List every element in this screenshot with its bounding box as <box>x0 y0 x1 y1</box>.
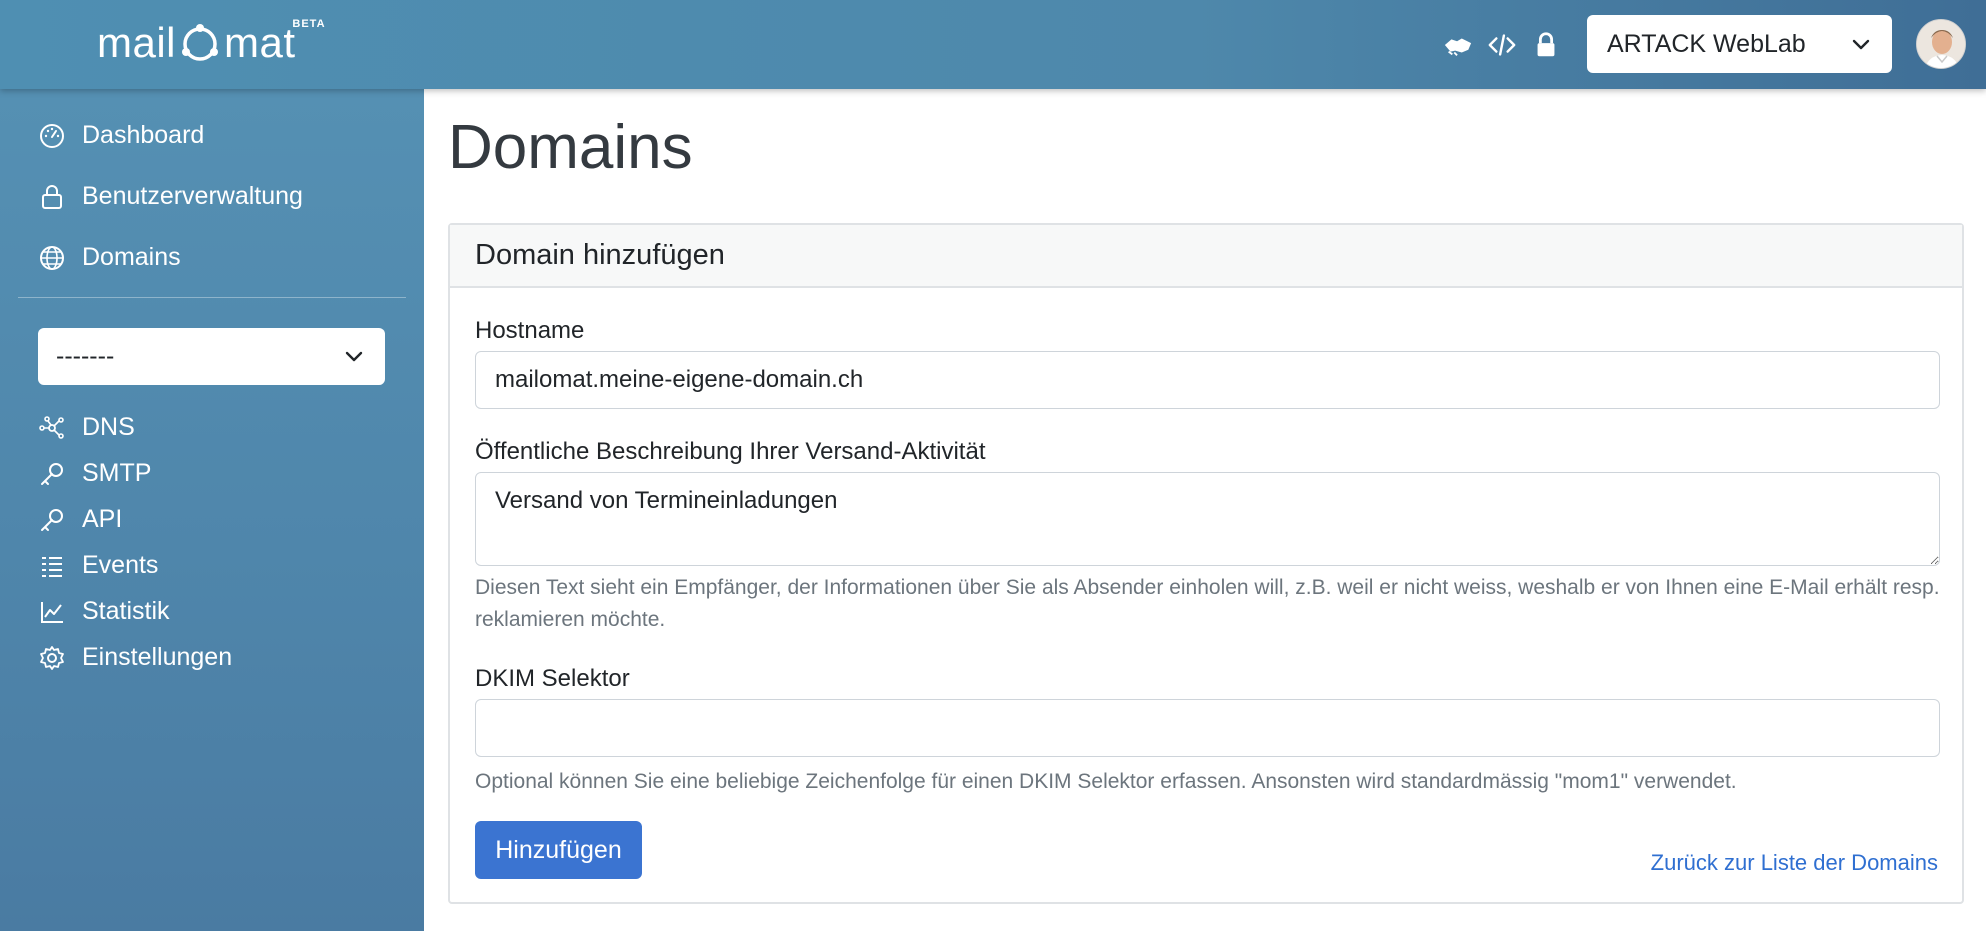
page-title: Domains <box>448 113 693 182</box>
key-icon <box>38 460 66 488</box>
sidebar-item-label: Benutzerverwaltung <box>82 182 303 210</box>
chevron-down-icon <box>1852 39 1870 50</box>
description-label: Öffentliche Beschreibung Ihrer Versand-A… <box>475 438 986 465</box>
sidebar: Dashboard Benutzerverwaltung Domains ---… <box>0 89 424 931</box>
logo-ring-icon <box>182 24 219 61</box>
user-avatar[interactable] <box>1916 19 1966 69</box>
sidebar-item-api[interactable]: API <box>38 505 122 534</box>
beta-badge: BETA <box>292 18 326 30</box>
sidebar-item-label: SMTP <box>82 459 152 487</box>
domain-select[interactable]: ------- <box>38 328 385 385</box>
add-domain-button[interactable]: Hinzufügen <box>475 821 642 879</box>
logo-text-mail: mail <box>97 19 177 66</box>
dkim-selector-input[interactable] <box>475 699 1940 757</box>
chart-line-icon <box>38 598 66 626</box>
sidebar-item-label: Domains <box>82 243 181 271</box>
sidebar-item-dashboard[interactable]: Dashboard <box>38 121 204 150</box>
sidebar-item-domains[interactable]: Domains <box>38 243 181 272</box>
sidebar-divider <box>18 297 406 298</box>
network-icon <box>38 414 66 442</box>
chevron-down-icon <box>345 351 363 362</box>
organization-select-value: ARTACK WebLab <box>1607 29 1806 58</box>
list-icon <box>38 552 66 580</box>
key-icon <box>38 506 66 534</box>
sidebar-item-smtp[interactable]: SMTP <box>38 459 151 488</box>
description-help-text: Diesen Text sieht ein Empfänger, der Inf… <box>475 576 1940 631</box>
sidebar-item-label: Events <box>82 551 159 579</box>
sidebar-item-dns[interactable]: DNS <box>38 413 135 442</box>
sidebar-item-label: Statistik <box>82 597 170 625</box>
organization-select[interactable]: ARTACK WebLab <box>1587 15 1892 73</box>
mailomat-logo[interactable]: mail mat BETA <box>97 18 325 68</box>
domain-select-value: ------- <box>56 342 115 370</box>
globe-icon <box>38 244 66 272</box>
logo-text-mat: mat <box>224 19 296 66</box>
dashboard-icon <box>38 122 66 150</box>
sidebar-item-benutzerverwaltung[interactable]: Benutzerverwaltung <box>38 182 303 211</box>
handshake-icon[interactable] <box>1442 30 1474 60</box>
sidebar-item-label: DNS <box>82 413 135 441</box>
sidebar-item-statistik[interactable]: Statistik <box>38 597 170 626</box>
avatar-image <box>1917 20 1965 68</box>
lock-icon[interactable] <box>1530 30 1562 60</box>
hostname-label: Hostname <box>475 317 585 344</box>
sidebar-item-label: Dashboard <box>82 121 205 149</box>
back-to-domains-link[interactable]: Zurück zur Liste der Domains <box>1651 850 1938 876</box>
sidebar-item-einstellungen[interactable]: Einstellungen <box>38 643 232 672</box>
add-domain-card: Domain hinzufügen Hostname Öffentliche B… <box>448 223 1964 904</box>
top-navbar: mail mat BETA ARTACK WebLab <box>0 0 1986 89</box>
gear-icon <box>38 644 66 672</box>
lock-icon <box>38 183 66 211</box>
description-textarea[interactable]: Versand von Termineinladungen <box>475 472 1940 566</box>
dkim-help-text: Optional können Sie eine beliebige Zeich… <box>475 770 1737 793</box>
sidebar-item-label: Einstellungen <box>82 643 233 671</box>
code-icon[interactable] <box>1486 30 1518 60</box>
card-title: Domain hinzufügen <box>450 225 1962 288</box>
sidebar-item-label: API <box>82 505 123 533</box>
hostname-input[interactable] <box>475 351 1940 409</box>
sidebar-item-events[interactable]: Events <box>38 551 158 580</box>
dkim-label: DKIM Selektor <box>475 665 630 692</box>
